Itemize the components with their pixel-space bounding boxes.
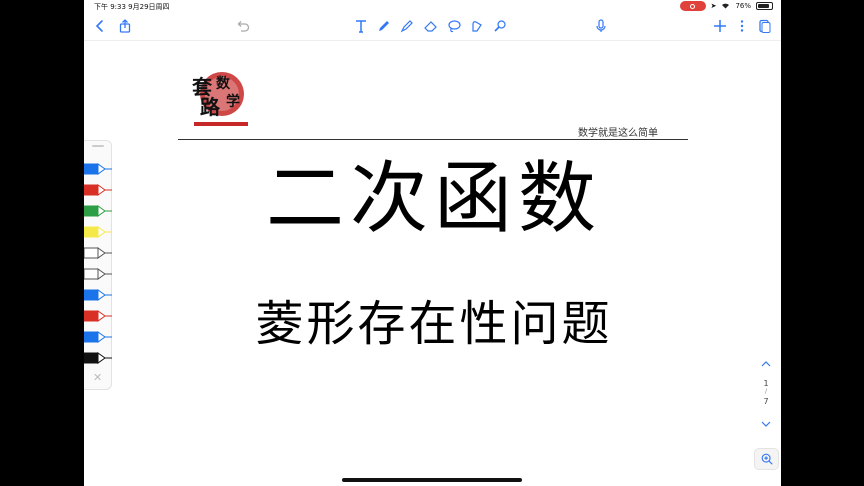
page-total: 7 [763, 397, 769, 406]
plus-icon[interactable] [710, 16, 730, 36]
header-divider [178, 139, 688, 140]
pen-swatch[interactable] [84, 287, 112, 301]
logo: 套 数 路 学 [188, 66, 252, 130]
pen-swatch[interactable] [84, 350, 112, 364]
status-bar: 下午 9:33 9月29日周四 ➤ 76% [84, 0, 781, 13]
page-title: 二次函数 [265, 154, 602, 244]
wifi-icon [721, 2, 730, 11]
battery-percent: 76% [735, 2, 751, 10]
page-up-button[interactable] [757, 355, 775, 367]
screen-recording-icon [679, 1, 706, 11]
palette-grip[interactable] [92, 145, 104, 147]
notes-app-screen: 下午 9:33 9月29日周四 ➤ 76% ✕ 套 数 路 学 数学就是这么简单… [84, 0, 781, 486]
pen-palette: ✕ [84, 140, 112, 390]
pen-swatch[interactable] [84, 266, 112, 280]
pen-swatch[interactable] [84, 329, 112, 343]
share-icon[interactable] [115, 16, 135, 36]
home-indicator[interactable] [342, 478, 522, 482]
svg-text:数: 数 [216, 75, 231, 92]
pen-swatch[interactable] [84, 182, 112, 196]
sticker-icon[interactable] [490, 16, 510, 36]
more-vertical-icon[interactable] [732, 16, 752, 36]
pen-swatch[interactable] [84, 308, 112, 322]
pen-swatch[interactable] [84, 224, 112, 238]
tagline: 数学就是这么简单 [578, 128, 658, 139]
undo-icon[interactable] [233, 16, 253, 36]
pages-icon[interactable] [754, 16, 774, 36]
status-indicators: ➤ 76% [679, 1, 773, 11]
text-icon[interactable] [351, 16, 371, 36]
page-current: 1 [763, 379, 769, 388]
toolbar [84, 13, 781, 41]
shapes-icon[interactable] [467, 16, 487, 36]
location-icon: ➤ [710, 2, 717, 10]
close-icon[interactable]: ✕ [93, 371, 102, 384]
page-separator: / [764, 388, 768, 395]
lasso-icon[interactable] [444, 16, 464, 36]
highlighter-icon[interactable] [397, 16, 417, 36]
chevron-left-icon[interactable] [90, 16, 110, 36]
pen-swatch[interactable] [84, 203, 112, 217]
svg-text:学: 学 [226, 93, 240, 110]
microphone-icon[interactable] [591, 16, 611, 36]
page-subtitle: 菱形存在性问题 [255, 296, 613, 352]
pen-swatch[interactable] [84, 245, 112, 259]
pen-swatch[interactable] [84, 161, 112, 175]
battery-icon [756, 2, 773, 10]
zoom-in-button[interactable] [754, 448, 779, 470]
page-down-button[interactable] [757, 415, 775, 427]
eraser-icon[interactable] [421, 16, 441, 36]
svg-text:路: 路 [200, 95, 221, 119]
pen-icon[interactable] [374, 16, 394, 36]
status-time: 下午 9:33 9月29日周四 [94, 3, 170, 11]
